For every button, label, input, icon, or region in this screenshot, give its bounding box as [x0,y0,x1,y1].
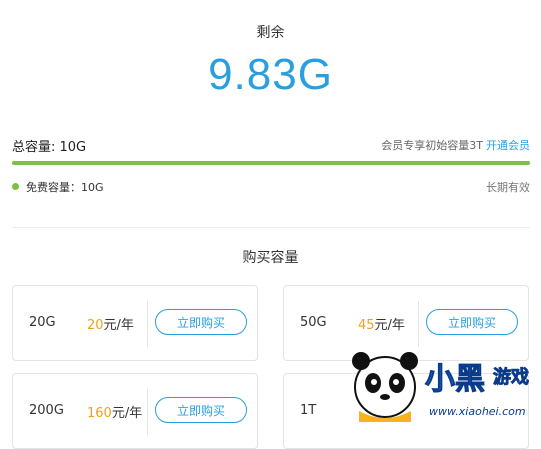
purchase-section-title: 购买容量 [242,250,299,266]
plan-size: 200G [29,403,64,418]
total-capacity-row: 总容量: 10G 会员专享初始容量3T 开通会员 [12,136,530,156]
plan-size: 20G [29,315,56,330]
validity-text: 长期有效 [486,181,530,194]
total-capacity-label: 总容量: 10G [12,140,87,155]
buy-now-button[interactable]: 立即购买 [155,397,247,423]
buy-now-button[interactable]: 立即购买 [426,309,518,335]
card-separator [147,301,148,347]
free-capacity-row: 免费容量：10G 长期有效 [12,179,530,195]
plan-price: 160元/年 [87,402,142,421]
buy-now-button[interactable]: 立即购买 [155,309,247,335]
remaining-value: 9.83G [208,50,333,99]
plan-price: 45元/年 [358,314,405,333]
capacity-progress-bar [12,161,530,165]
member-promo: 会员专享初始容量3T 开通会员 [381,137,530,153]
plan-price-number: 45 [358,318,375,333]
xiaohei-watermark-logo: 小黑 游戏 www.xiaohei.com [345,345,541,422]
card-separator [147,389,148,435]
plan-card: 20G 20元/年 立即购买 [12,285,258,361]
plan-size: 1T [300,403,317,418]
panda-logo-icon: 小黑 游戏 www.xiaohei.com [352,352,529,422]
svg-text:游戏: 游戏 [493,366,529,388]
plan-card: 200G 160元/年 立即购买 [12,373,258,449]
capacity-progress-fill [12,161,530,165]
plan-price-number: 160 [87,406,112,421]
plan-price-unit: 元/年 [374,318,405,333]
free-capacity-dot-icon [12,183,19,190]
member-promo-text: 会员专享初始容量3T [381,139,483,152]
plan-price-number: 20 [87,318,104,333]
plan-price-unit: 元/年 [111,406,143,421]
svg-text:www.xiaohei.com: www.xiaohei.com [429,405,526,418]
plan-size: 50G [300,315,327,330]
plan-price: 20元/年 [87,314,134,333]
open-membership-link[interactable]: 开通会员 [486,139,530,152]
plan-price-unit: 元/年 [103,318,134,333]
divider [12,227,530,228]
card-separator [418,301,419,347]
svg-text:小黑: 小黑 [425,362,485,397]
free-capacity-label: 免费容量：10G [26,181,104,194]
remaining-label: 剩余 [256,25,285,41]
